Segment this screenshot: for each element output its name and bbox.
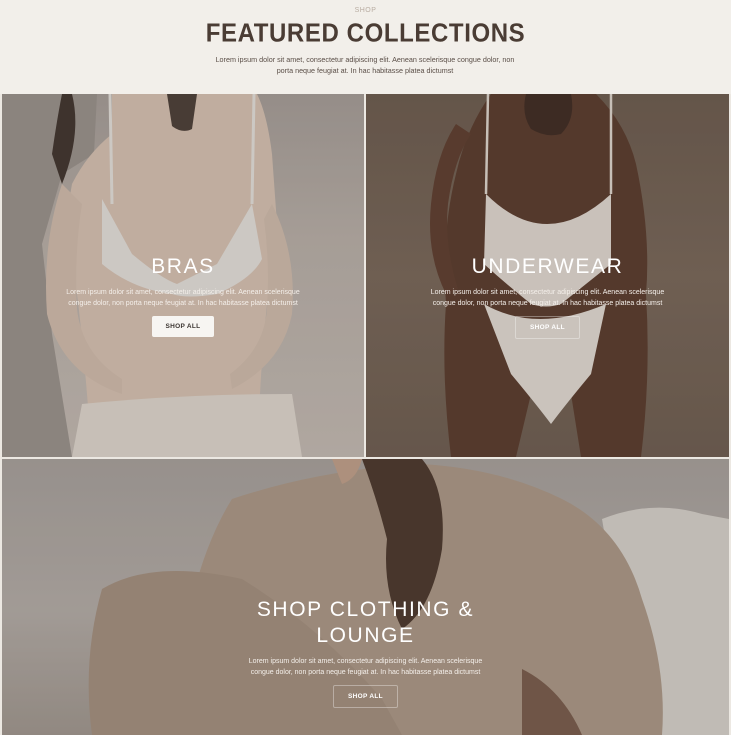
lounge-content: SHOP CLOTHING & LOUNGE Lorem ipsum dolor… <box>2 597 729 708</box>
collection-description-underwear: Lorem ipsum dolor sit amet, consectetur … <box>430 289 665 307</box>
page-title: FEATURED COLLECTIONS <box>205 18 526 49</box>
section-subtitle: Lorem ipsum dolor sit amet, consectetur … <box>215 55 515 75</box>
shop-all-bras-button[interactable]: SHOP ALL <box>151 316 215 337</box>
shop-all-underwear-button[interactable]: SHOP ALL <box>515 316 580 339</box>
collection-tile-lounge[interactable]: SHOP CLOTHING & LOUNGE Lorem ipsum dolor… <box>2 459 729 735</box>
underwear-content: UNDERWEAR Lorem ipsum dolor sit amet, co… <box>366 254 729 339</box>
collection-tile-underwear[interactable]: UNDERWEAR Lorem ipsum dolor sit amet, co… <box>366 94 729 457</box>
collection-description-lounge: Lorem ipsum dolor sit amet, consectetur … <box>248 658 483 676</box>
collection-description-bras: Lorem ipsum dolor sit amet, consectetur … <box>66 289 300 307</box>
collection-title-bras: BRAS <box>151 255 215 278</box>
collection-tile-bras[interactable]: BRAS Lorem ipsum dolor sit amet, consect… <box>2 94 364 457</box>
collection-title-underwear: UNDERWEAR <box>471 255 624 278</box>
featured-header: SHOP FEATURED COLLECTIONS Lorem ipsum do… <box>0 0 731 94</box>
collection-title-lounge: SHOP CLOTHING & LOUNGE <box>256 598 475 647</box>
bras-content: BRAS Lorem ipsum dolor sit amet, consect… <box>2 254 364 337</box>
shop-all-lounge-button[interactable]: SHOP ALL <box>333 685 398 708</box>
section-eyebrow: SHOP <box>354 7 377 14</box>
collections-grid: BRAS Lorem ipsum dolor sit amet, consect… <box>0 94 731 735</box>
